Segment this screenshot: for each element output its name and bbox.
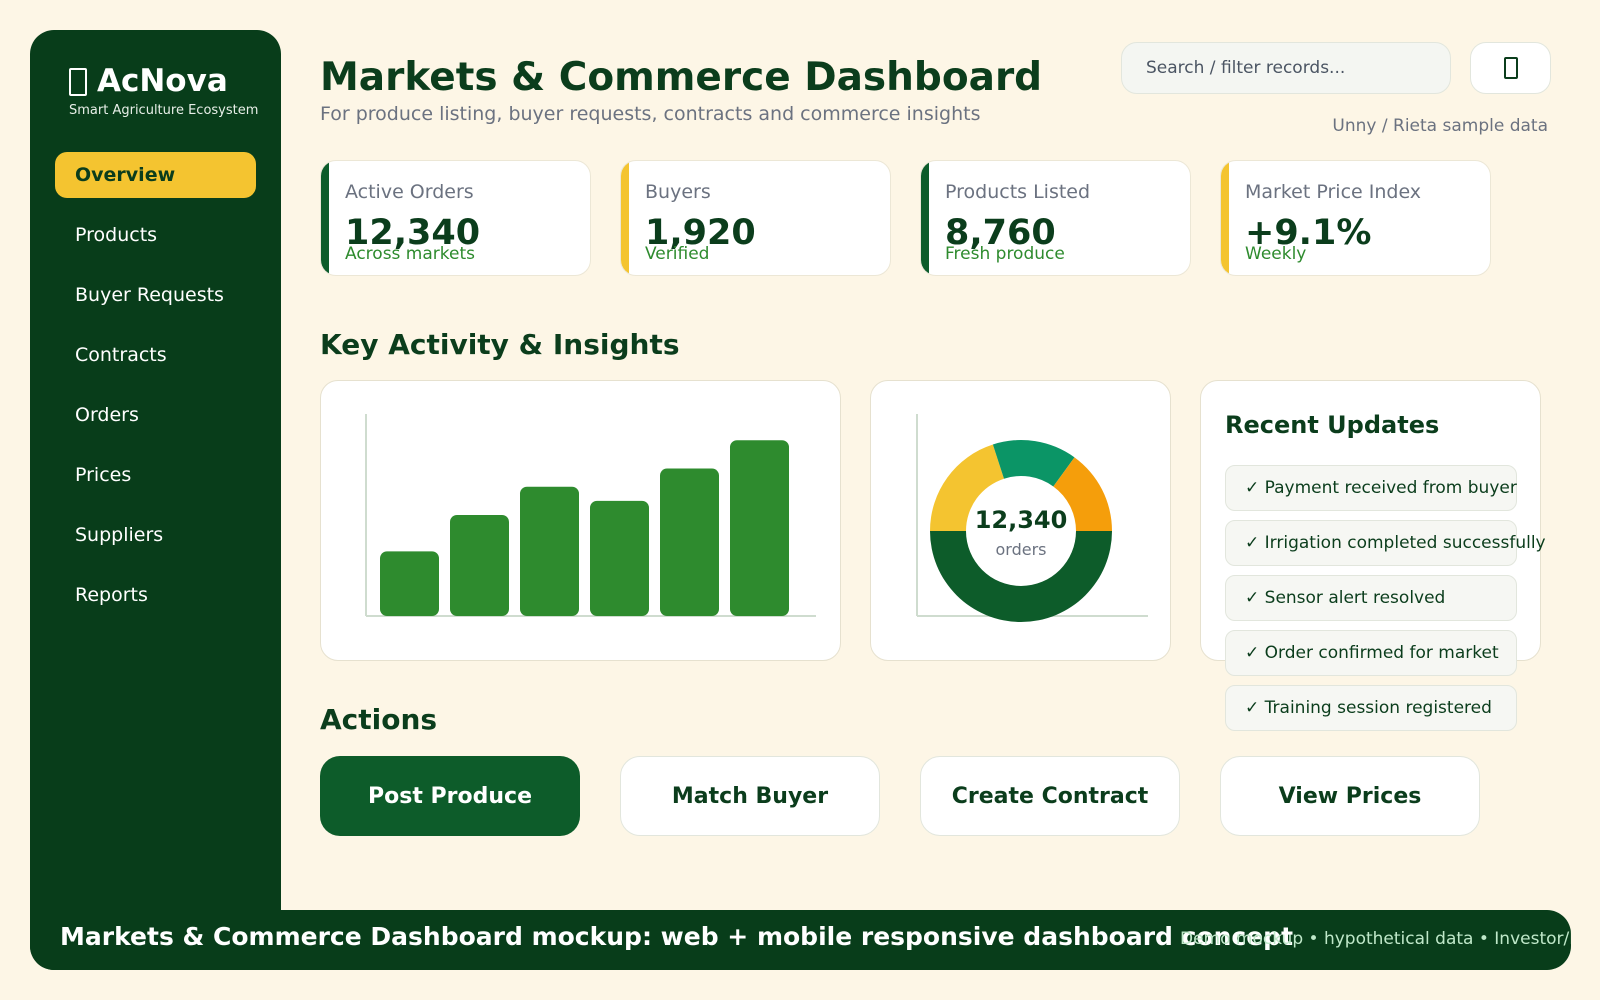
sidebar-nav: Overview Products Buyer Requests Contrac… xyxy=(55,152,256,632)
match-buyer-button[interactable]: Match Buyer xyxy=(620,756,880,836)
bar-chart-panel xyxy=(320,380,841,661)
actions-heading: Actions xyxy=(320,703,438,736)
stat-note: Verified xyxy=(645,244,710,264)
brand: AcNova Smart Agriculture Ecosystem xyxy=(69,66,258,118)
footer-note: Demo mockup • hypothetical data • Invest… xyxy=(1180,929,1571,949)
update-item[interactable]: ✓ Training session registered xyxy=(1225,685,1517,731)
bell-icon xyxy=(1503,57,1518,79)
stat-label: Active Orders xyxy=(345,181,474,203)
brand-name: AcNova xyxy=(97,63,228,99)
footer-caption: Markets & Commerce Dashboard mockup: web… xyxy=(60,922,1294,951)
stat-label: Buyers xyxy=(645,181,711,203)
sidebar-item-products[interactable]: Products xyxy=(55,212,256,258)
bar xyxy=(450,515,509,616)
recent-updates-title: Recent Updates xyxy=(1225,411,1440,439)
bar xyxy=(660,468,719,616)
search-input[interactable] xyxy=(1121,42,1451,94)
donut-center-value: 12,340 xyxy=(975,506,1068,534)
donut-chart-panel: 12,340 orders xyxy=(870,380,1171,661)
stat-note: Weekly xyxy=(1245,244,1307,264)
sidebar-item-orders[interactable]: Orders xyxy=(55,392,256,438)
bar xyxy=(380,551,439,616)
sample-data-note: Unny / Rieta sample data xyxy=(1332,116,1548,136)
bar xyxy=(520,486,579,616)
sidebar: AcNova Smart Agriculture Ecosystem Overv… xyxy=(30,30,281,970)
stat-accent-bar xyxy=(1221,161,1229,275)
bar xyxy=(590,500,649,616)
sidebar-item-prices[interactable]: Prices xyxy=(55,452,256,498)
stat-card-market-price-index: Market Price Index +9.1% Weekly xyxy=(1220,160,1491,276)
insights-heading: Key Activity & Insights xyxy=(320,328,680,361)
stat-note: Across markets xyxy=(345,244,475,264)
update-item[interactable]: ✓ Order confirmed for market xyxy=(1225,630,1517,676)
stat-label: Market Price Index xyxy=(1245,181,1422,203)
update-item[interactable]: ✓ Payment received from buyer xyxy=(1225,465,1517,511)
bar xyxy=(730,440,789,616)
sidebar-item-reports[interactable]: Reports xyxy=(55,572,256,618)
sidebar-item-suppliers[interactable]: Suppliers xyxy=(55,512,256,558)
update-item[interactable]: ✓ Irrigation completed successfully xyxy=(1225,520,1546,566)
post-produce-button[interactable]: Post Produce xyxy=(320,756,580,836)
sidebar-item-overview[interactable]: Overview xyxy=(55,152,256,198)
stat-card-buyers: Buyers 1,920 Verified xyxy=(620,160,891,276)
page-subtitle: For produce listing, buyer requests, con… xyxy=(320,103,981,125)
create-contract-button[interactable]: Create Contract xyxy=(920,756,1180,836)
update-item[interactable]: ✓ Sensor alert resolved xyxy=(1225,575,1517,621)
sidebar-item-contracts[interactable]: Contracts xyxy=(55,332,256,378)
donut-center-label: orders xyxy=(996,540,1047,559)
page-title: Markets & Commerce Dashboard xyxy=(320,55,1043,100)
brand-title: AcNova xyxy=(69,66,258,97)
sidebar-item-buyer-requests[interactable]: Buyer Requests xyxy=(55,272,256,318)
leaf-icon xyxy=(69,67,87,96)
footer-banner: Markets & Commerce Dashboard mockup: web… xyxy=(30,910,1571,970)
stat-accent-bar xyxy=(321,161,329,275)
bar-chart xyxy=(365,414,816,617)
donut-chart: 12,340 orders xyxy=(916,414,1148,622)
stat-accent-bar xyxy=(921,161,929,275)
view-prices-button[interactable]: View Prices xyxy=(1220,756,1480,836)
stat-card-active-orders: Active Orders 12,340 Across markets xyxy=(320,160,591,276)
notification-button[interactable] xyxy=(1470,42,1551,94)
stat-accent-bar xyxy=(621,161,629,275)
stat-label: Products Listed xyxy=(945,181,1091,203)
stat-note: Fresh produce xyxy=(945,244,1065,264)
stat-card-products-listed: Products Listed 8,760 Fresh produce xyxy=(920,160,1191,276)
brand-tagline: Smart Agriculture Ecosystem xyxy=(69,103,259,118)
